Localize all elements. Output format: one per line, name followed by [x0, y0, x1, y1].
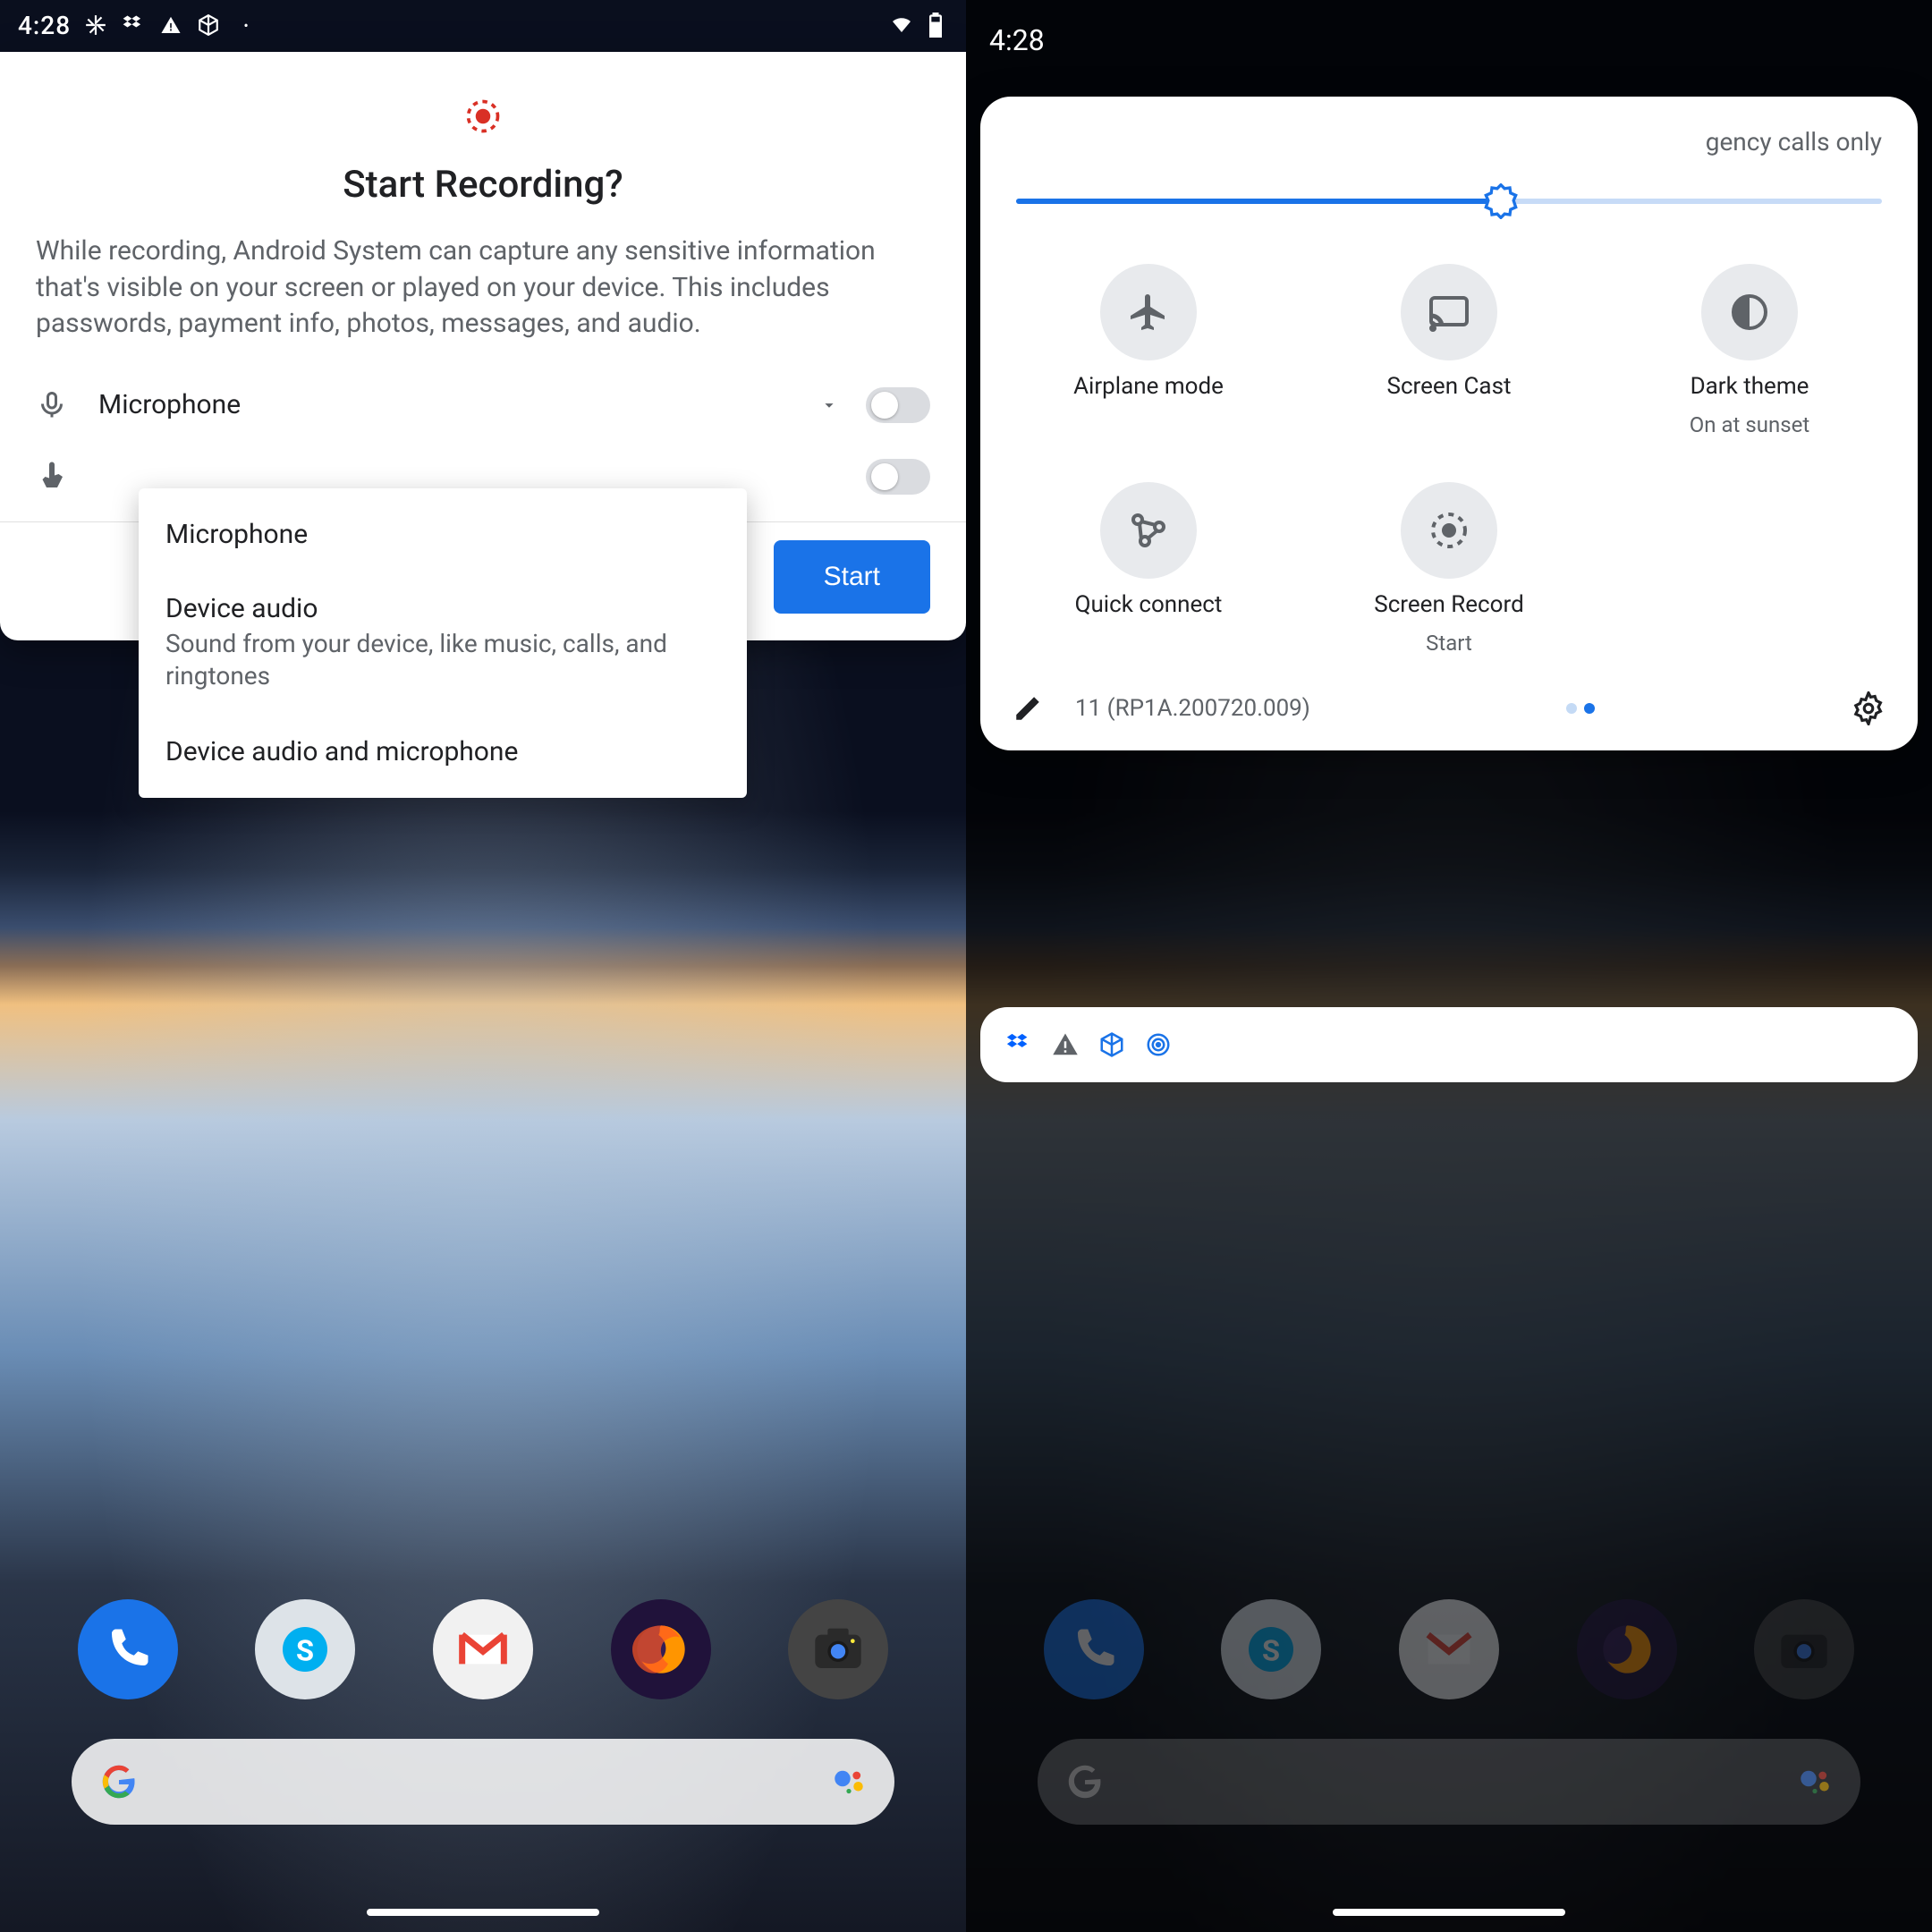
target-icon [1145, 1031, 1172, 1058]
tile-airplane-mode[interactable]: Airplane mode [1007, 264, 1290, 437]
app-dock: S [966, 1599, 1932, 1699]
app-phone[interactable] [78, 1599, 178, 1699]
dropdown-option-microphone[interactable]: Microphone [139, 497, 747, 572]
dropbox-icon [121, 13, 146, 38]
page-indicator [1566, 703, 1595, 714]
dot-icon: • [233, 13, 258, 38]
right-pane: 4:28 gency calls only Airplane mode [966, 0, 1932, 1932]
cast-icon [1401, 264, 1497, 360]
network-status: gency calls only [1007, 127, 1891, 157]
edit-icon[interactable] [1013, 693, 1043, 724]
app-firefox[interactable] [1577, 1599, 1677, 1699]
app-firefox[interactable] [611, 1599, 711, 1699]
tile-screen-cast[interactable]: Screen Cast [1308, 264, 1590, 437]
dropbox-icon [1005, 1031, 1032, 1058]
notification-bar[interactable] [980, 1007, 1918, 1082]
start-button[interactable]: Start [774, 540, 930, 614]
cube-icon [1098, 1031, 1125, 1058]
nav-handle[interactable] [1333, 1909, 1565, 1916]
left-pane: 4:28 • [0, 0, 966, 1932]
google-logo-icon [98, 1761, 140, 1802]
statusbar: 4:28 • [0, 0, 966, 50]
app-skype[interactable]: S [255, 1599, 355, 1699]
screen-record-icon [1401, 482, 1497, 579]
warning-icon [158, 13, 183, 38]
assistant-icon[interactable] [830, 1763, 868, 1801]
qs-footer: 11 (RP1A.200720.009) [1007, 691, 1891, 725]
dot [1584, 703, 1595, 714]
audio-source-menu: Microphone Device audio Sound from your … [139, 488, 747, 798]
show-touches-toggle[interactable] [866, 459, 930, 495]
audio-source-row: Microphone [36, 369, 930, 441]
wifi-icon [889, 13, 914, 38]
app-dock: S [0, 1599, 966, 1699]
svg-text:S: S [296, 1634, 314, 1668]
dialog-title: Start Recording? [36, 163, 930, 207]
pinwheel-icon [83, 13, 108, 38]
dropdown-option-device-audio-mic[interactable]: Device audio and microphone [139, 715, 747, 789]
cube-icon [196, 13, 221, 38]
app-phone[interactable] [1044, 1599, 1144, 1699]
warning-icon [1052, 1031, 1079, 1058]
quick-settings-panel: gency calls only Airplane mode [980, 97, 1918, 750]
nav-handle[interactable] [367, 1909, 599, 1916]
battery-icon [923, 13, 948, 38]
app-camera[interactable] [788, 1599, 888, 1699]
record-audio-toggle[interactable] [866, 387, 930, 423]
touch-icon [36, 461, 72, 493]
settings-icon[interactable] [1852, 691, 1885, 725]
dot [1566, 703, 1577, 714]
status-time: 4:28 [18, 11, 71, 40]
mic-icon [36, 389, 72, 421]
dialog-description: While recording, Android System can capt… [36, 233, 930, 343]
app-camera[interactable] [1754, 1599, 1854, 1699]
airplane-icon [1100, 264, 1197, 360]
tile-quick-connect[interactable]: Quick connect [1007, 482, 1290, 656]
tile-dark-theme[interactable]: Dark theme On at sunset [1608, 264, 1891, 437]
svg-text:S: S [1262, 1634, 1280, 1668]
chevron-down-icon [819, 395, 839, 415]
status-time: 4:28 [989, 23, 1045, 57]
google-logo-icon [1064, 1761, 1106, 1802]
record-icon [36, 97, 930, 136]
tile-screen-record[interactable]: Screen Record Start [1308, 482, 1590, 656]
google-search-bar[interactable] [72, 1739, 894, 1825]
google-search-bar[interactable] [1038, 1739, 1860, 1825]
app-skype[interactable]: S [1221, 1599, 1321, 1699]
app-gmail[interactable] [433, 1599, 533, 1699]
dropdown-option-device-audio[interactable]: Device audio Sound from your device, lik… [139, 572, 747, 715]
assistant-icon[interactable] [1796, 1763, 1834, 1801]
build-version: 11 (RP1A.200720.009) [1075, 695, 1310, 722]
audio-source-value: Microphone [98, 389, 819, 420]
brightness-slider[interactable] [1016, 183, 1882, 219]
dark-theme-icon [1701, 264, 1798, 360]
app-gmail[interactable] [1399, 1599, 1499, 1699]
quick-settings-tiles: Airplane mode Screen Cast Dark theme On … [1007, 264, 1891, 656]
statusbar: 4:28 [966, 0, 1932, 80]
quick-connect-icon [1100, 482, 1197, 579]
audio-source-dropdown[interactable]: Microphone [98, 389, 839, 420]
